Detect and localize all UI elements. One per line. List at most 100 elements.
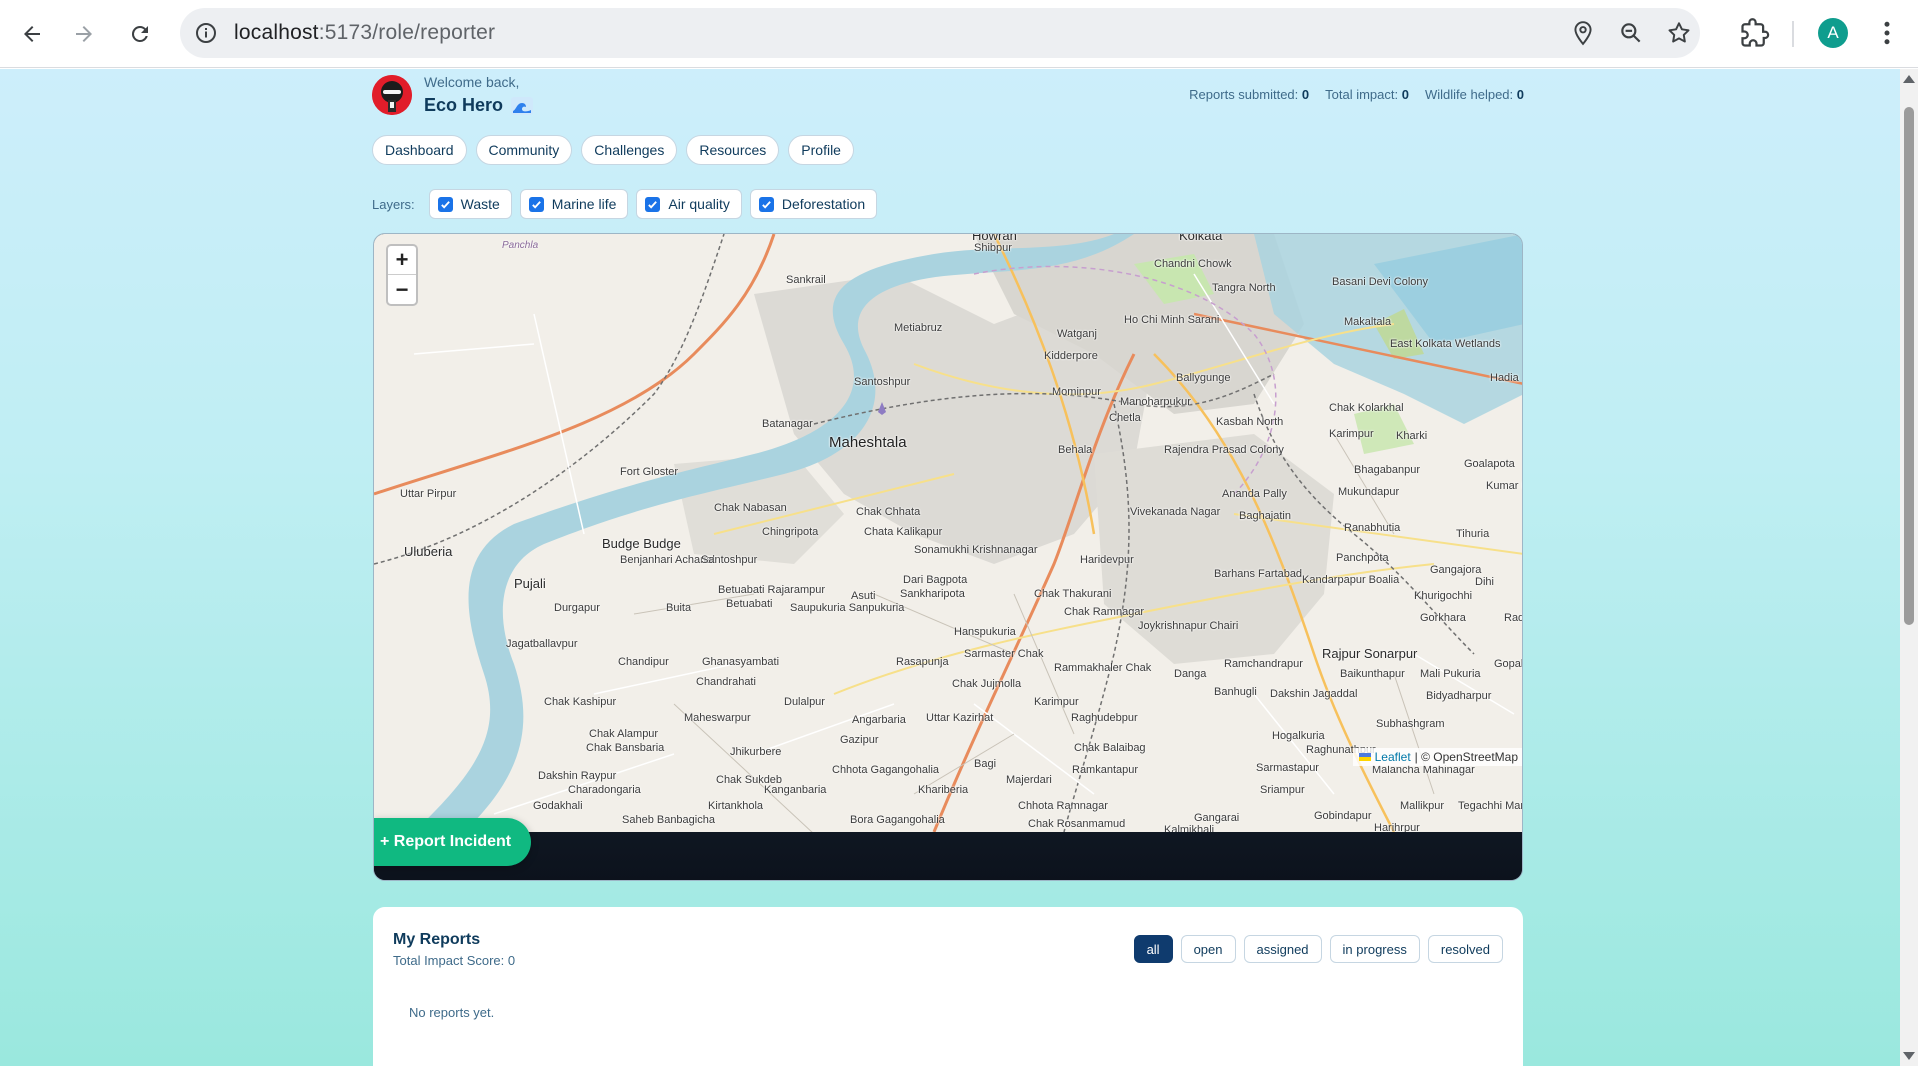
map-label: Gangajora bbox=[1430, 564, 1482, 576]
map-label: Jhikurbere bbox=[730, 746, 782, 758]
page-scrollbar[interactable] bbox=[1900, 69, 1918, 1066]
forward-button[interactable] bbox=[64, 14, 104, 54]
address-bar[interactable]: localhost:5173/role/reporter bbox=[180, 8, 1700, 58]
map-label: Sarmastapur bbox=[1256, 762, 1319, 774]
map-label: Karimpur bbox=[1329, 428, 1374, 440]
toolbar-divider bbox=[1792, 21, 1794, 47]
map-label: Chak Nabasan bbox=[714, 502, 787, 514]
map-label: Hanspukuria bbox=[954, 626, 1016, 638]
reload-button[interactable] bbox=[120, 14, 160, 54]
reload-icon bbox=[131, 25, 148, 42]
map-label: Baghajatin bbox=[1239, 510, 1291, 522]
profile-avatar[interactable]: A bbox=[1818, 18, 1848, 48]
map-label: Sriampur bbox=[1260, 784, 1305, 796]
map-label: Chetla bbox=[1109, 412, 1141, 424]
map-label: Bidyadharpur bbox=[1426, 690, 1492, 702]
info-icon[interactable] bbox=[194, 21, 218, 45]
extensions-icon[interactable] bbox=[1740, 18, 1770, 48]
map-label: Ananda Pally bbox=[1222, 488, 1287, 500]
map-label: Uttar Pirpur bbox=[400, 488, 457, 500]
map-label: Dakshin Jagaddal bbox=[1270, 688, 1358, 700]
map-label: Chak Kolarkhal bbox=[1329, 402, 1404, 414]
map-label: Bhagabanpur bbox=[1354, 464, 1421, 476]
stat-wildlife-helped: Wildlife helped: 0 bbox=[1424, 87, 1524, 102]
layer-air-quality-label: Air quality bbox=[668, 196, 730, 212]
zoom-out-button[interactable]: − bbox=[388, 275, 416, 304]
more-vert-icon[interactable] bbox=[1872, 18, 1902, 48]
profile-initial: A bbox=[1827, 23, 1839, 42]
scroll-down-arrow-icon[interactable] bbox=[1903, 1052, 1915, 1060]
map-label: Durgapur bbox=[554, 602, 600, 614]
checkbox-checked-icon[interactable] bbox=[437, 196, 453, 212]
map-label: Betuabati Rajarampur bbox=[718, 584, 826, 596]
checkbox-checked-icon[interactable] bbox=[758, 196, 774, 212]
leaflet-map[interactable]: Howrah Kolkata Shibpur Panchla Sankrail … bbox=[374, 234, 1522, 832]
filter-all[interactable]: all bbox=[1133, 935, 1173, 963]
filter-in-progress[interactable]: in progress bbox=[1329, 935, 1420, 963]
map-label: Ballygunge bbox=[1176, 372, 1231, 384]
map-label: Rammakhaler Chak bbox=[1054, 662, 1152, 674]
layer-deforestation-label: Deforestation bbox=[781, 196, 866, 212]
map-label: Khurigochhi bbox=[1414, 590, 1473, 602]
filter-resolved[interactable]: resolved bbox=[1427, 935, 1503, 963]
map-label: Chak Rosanmamud bbox=[1028, 818, 1126, 830]
map-label: Rajendra Prasad Colony bbox=[1164, 444, 1284, 456]
tab-dashboard[interactable]: Dashboard bbox=[372, 135, 467, 165]
map-label: Dulalpur bbox=[784, 696, 825, 708]
layer-air-quality[interactable]: Air quality bbox=[636, 189, 742, 219]
map-label: Panchla bbox=[502, 240, 539, 251]
map-label: Dakshin Raypur bbox=[538, 770, 617, 782]
map-label: Mukundapur bbox=[1338, 486, 1400, 498]
filter-assigned[interactable]: assigned bbox=[1243, 935, 1322, 963]
arrow-right-icon bbox=[76, 26, 92, 42]
tab-community[interactable]: Community bbox=[475, 135, 573, 165]
report-filters: all open assigned in progress resolved bbox=[1133, 935, 1503, 963]
map-label: Batanagar bbox=[762, 418, 813, 430]
map-label: Uluberia bbox=[404, 544, 453, 559]
user-avatar[interactable] bbox=[372, 75, 412, 115]
osm-attribution[interactable]: | © OpenStreetMap bbox=[1415, 750, 1518, 764]
map-label: Mali Pukuria bbox=[1420, 668, 1481, 680]
star-icon[interactable] bbox=[1666, 20, 1692, 46]
url-text[interactable]: localhost:5173/role/reporter bbox=[234, 21, 495, 45]
map-label: Mominpur bbox=[1052, 386, 1101, 398]
map-label: Chhota Ramnagar bbox=[1018, 800, 1108, 812]
layer-marine-life[interactable]: Marine life bbox=[519, 189, 629, 219]
map-label: Gazipur bbox=[840, 734, 879, 746]
map-label: Maheshtala bbox=[829, 434, 907, 451]
leaflet-link[interactable]: Leaflet bbox=[1375, 750, 1411, 764]
map-label: Goalapota bbox=[1464, 458, 1515, 470]
browser-toolbar: localhost:5173/role/reporter A bbox=[0, 0, 1918, 68]
layer-waste[interactable]: Waste bbox=[428, 189, 512, 219]
filter-open[interactable]: open bbox=[1180, 935, 1236, 963]
map-label: Chingripota bbox=[762, 526, 819, 538]
map-label: Danga bbox=[1174, 668, 1207, 680]
zoom-in-button[interactable]: + bbox=[388, 246, 416, 275]
tab-profile[interactable]: Profile bbox=[788, 135, 854, 165]
map-label: Sonamukhi Krishnanagar bbox=[914, 544, 1038, 556]
layer-toggles: Layers: Waste Marine life Air quality De… bbox=[372, 189, 878, 219]
empty-state-text: No reports yet. bbox=[409, 1005, 495, 1020]
map-label: Chak Bansbaria bbox=[586, 742, 665, 754]
zoom-icon[interactable] bbox=[1618, 20, 1644, 46]
ukraine-flag-icon bbox=[1358, 753, 1371, 761]
tab-challenges[interactable]: Challenges bbox=[581, 135, 678, 165]
map-label: Raghudebpur bbox=[1071, 712, 1138, 724]
scroll-up-arrow-icon[interactable] bbox=[1903, 75, 1915, 83]
map-label: Kanganbaria bbox=[764, 784, 827, 796]
map-label: Chak Chhata bbox=[856, 506, 921, 518]
checkbox-checked-icon[interactable] bbox=[528, 196, 544, 212]
map-label: Haridevpur bbox=[1080, 554, 1134, 566]
map-label: Ghanasyambati bbox=[702, 656, 780, 668]
location-icon[interactable] bbox=[1570, 20, 1596, 46]
checkbox-checked-icon[interactable] bbox=[645, 196, 661, 212]
map-label: Ho Chi Minh Sarani bbox=[1124, 314, 1220, 326]
tab-resources[interactable]: Resources bbox=[686, 135, 780, 165]
map-label: Fort Gloster bbox=[620, 466, 679, 478]
scroll-thumb[interactable] bbox=[1904, 107, 1914, 625]
report-incident-button[interactable]: + Report Incident bbox=[374, 818, 532, 866]
map-label: Sankharipota bbox=[900, 588, 965, 600]
layer-deforestation[interactable]: Deforestation bbox=[749, 189, 878, 219]
layers-label: Layers: bbox=[372, 196, 415, 212]
back-button[interactable] bbox=[12, 14, 52, 54]
